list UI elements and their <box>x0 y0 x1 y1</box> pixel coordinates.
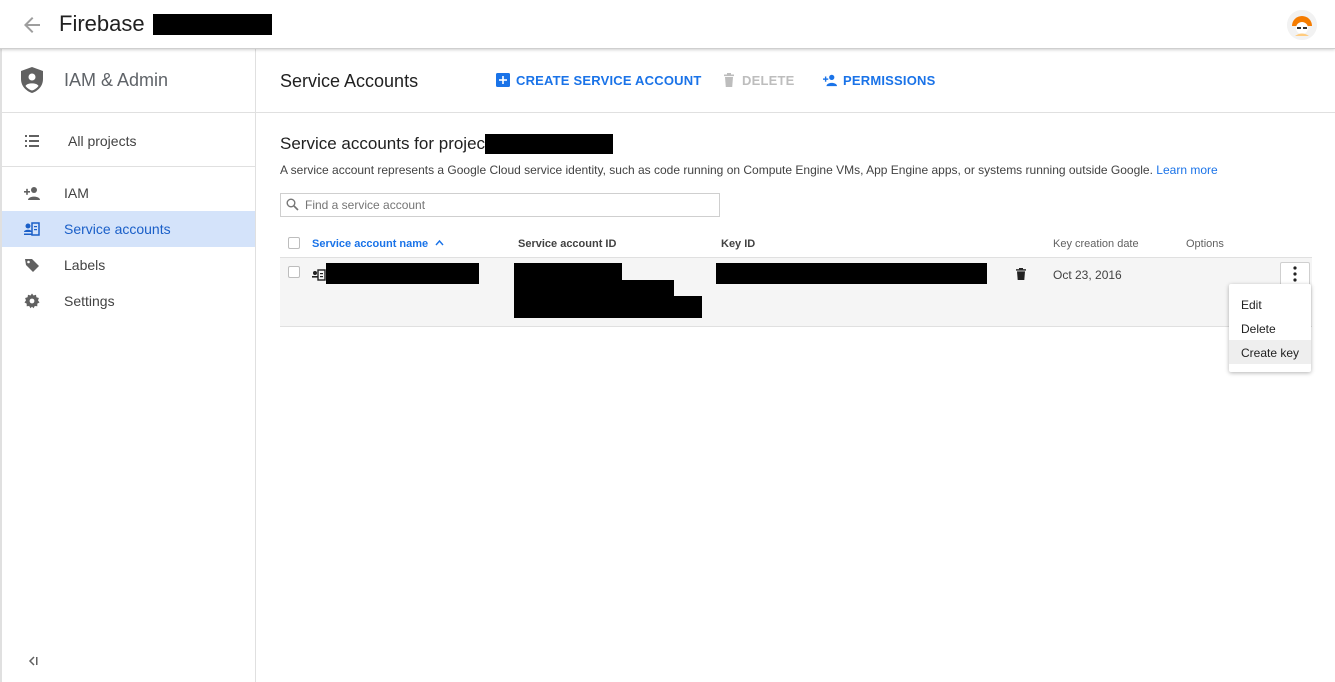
row-checkbox[interactable] <box>288 266 300 278</box>
description: A service account represents a Google Cl… <box>280 163 1218 177</box>
list-icon <box>25 135 39 147</box>
sidebar-item-label: Labels <box>64 257 106 273</box>
menu-item-edit[interactable]: Edit <box>1229 292 1311 316</box>
delete-button-label: DELETE <box>742 73 795 88</box>
toolbar: Service Accounts CREATE SERVICE ACCOUNT … <box>256 49 1335 113</box>
key-creation-date: Oct 23, 2016 <box>1053 268 1122 282</box>
redacted-key-id <box>716 263 987 284</box>
shield-icon <box>21 67 43 93</box>
menu-item-delete[interactable]: Delete <box>1229 316 1311 340</box>
redacted-project-name <box>153 14 272 35</box>
select-all-checkbox[interactable] <box>288 237 300 249</box>
learn-more-link[interactable]: Learn more <box>1156 163 1217 177</box>
sidebar-item-label: Settings <box>64 293 115 309</box>
create-button-label: CREATE SERVICE ACCOUNT <box>516 73 702 88</box>
redacted-account-id <box>514 296 702 318</box>
collapse-sidebar-icon[interactable] <box>26 654 40 668</box>
delete-button[interactable]: DELETE <box>722 73 794 88</box>
row-options-button[interactable] <box>1280 262 1310 286</box>
search-input[interactable] <box>280 193 720 217</box>
sidebar-header: IAM & Admin <box>2 49 255 113</box>
person-add-icon <box>24 187 40 200</box>
table-header: Service account name Service account ID … <box>280 231 1312 257</box>
column-header-key-id: Key ID <box>721 238 756 250</box>
page-title: Service Accounts <box>280 71 419 91</box>
delete-key-icon[interactable] <box>1016 268 1026 280</box>
service-account-key-icon <box>312 269 326 281</box>
sidebar-item-settings[interactable]: Settings <box>2 283 255 319</box>
description-text: A service account represents a Google Cl… <box>280 163 1153 177</box>
section-title: Service accounts for project <box>280 134 490 153</box>
sort-ascending-icon <box>435 239 444 246</box>
app-title: Firebase <box>59 11 145 36</box>
arrow-back-icon[interactable] <box>20 13 44 37</box>
gear-icon <box>24 293 40 309</box>
column-header-name[interactable]: Service account name <box>312 238 444 250</box>
person-add-icon <box>823 74 837 87</box>
permissions-button-label: PERMISSIONS <box>843 73 936 88</box>
main-content: Service Accounts CREATE SERVICE ACCOUNT … <box>256 49 1335 682</box>
column-header-options: Options <box>1186 238 1224 250</box>
app-bar: Firebase <box>0 0 1335 49</box>
column-name-label: Service account name <box>312 238 429 250</box>
sidebar-item-label: Service accounts <box>64 221 171 237</box>
table-row[interactable]: Oct 23, 2016 <box>280 257 1312 327</box>
column-header-id: Service account ID <box>518 238 617 250</box>
trash-icon <box>724 73 734 87</box>
search-icon <box>286 198 299 211</box>
sidebar-item-label: IAM <box>64 185 89 201</box>
redacted-account-name <box>326 263 479 284</box>
sidebar-item-iam[interactable]: IAM <box>2 175 255 211</box>
sidebar-item-labels[interactable]: Labels <box>2 247 255 283</box>
user-avatar-icon[interactable] <box>1287 10 1317 40</box>
row-options-menu: Edit Delete Create key <box>1229 284 1311 372</box>
sidebar-item-label: All projects <box>68 133 137 149</box>
more-vert-icon <box>1293 266 1297 282</box>
service-account-icon <box>24 222 40 236</box>
sidebar-item-all-projects[interactable]: All projects <box>2 113 255 167</box>
redacted-project-id <box>485 134 613 154</box>
sidebar-item-service-accounts[interactable]: Service accounts <box>2 211 255 247</box>
permissions-button[interactable]: PERMISSIONS <box>823 73 936 88</box>
service-accounts-table: Service account name Service account ID … <box>280 231 1312 327</box>
add-box-icon <box>496 73 510 87</box>
menu-item-create-key[interactable]: Create key <box>1229 340 1311 364</box>
column-header-created: Key creation date <box>1053 238 1139 250</box>
create-service-account-button[interactable]: CREATE SERVICE ACCOUNT <box>496 73 701 88</box>
label-icon <box>25 259 39 272</box>
sidebar: IAM & Admin All projects IAM Service acc… <box>0 49 256 682</box>
sidebar-title: IAM & Admin <box>64 70 169 90</box>
